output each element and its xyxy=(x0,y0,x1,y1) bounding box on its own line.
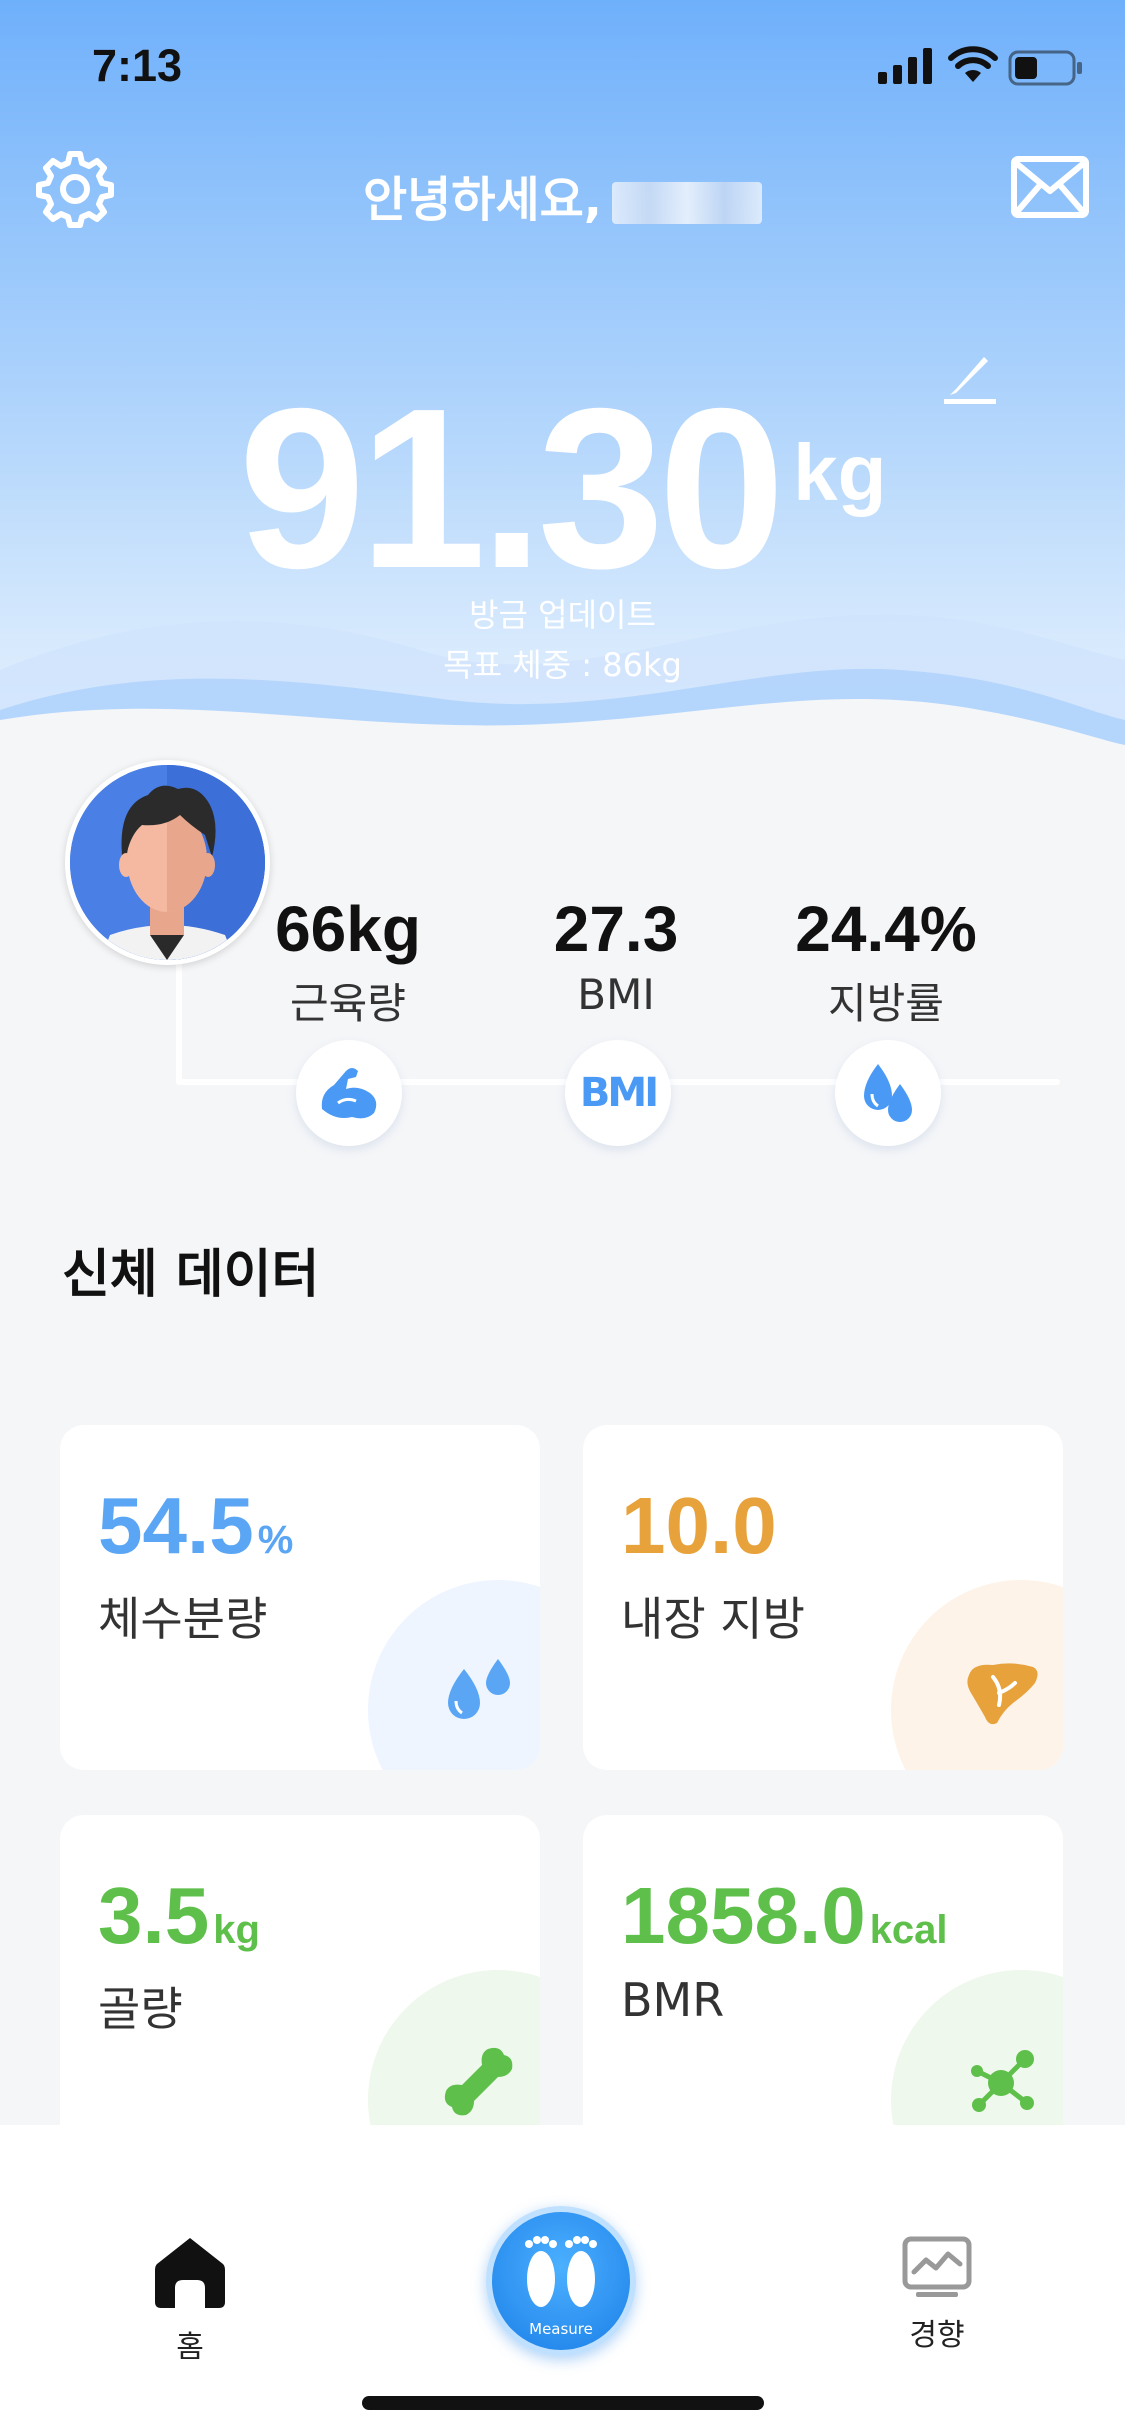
battery-icon xyxy=(1008,50,1082,86)
bmi-label: BMI xyxy=(577,970,655,1019)
card-label: 골량 xyxy=(98,1982,183,2036)
wifi-icon xyxy=(948,46,998,82)
card-bone-mass[interactable]: 3.5 kg 골량 xyxy=(60,1815,540,2160)
card-value: 10.0 xyxy=(621,1480,781,1572)
tab-home-label: 홈 xyxy=(176,2330,204,2365)
timeline-connector xyxy=(176,960,182,1085)
water-drops-icon xyxy=(448,1659,510,1719)
current-weight: 91.30 kg xyxy=(0,375,1125,603)
home-icon xyxy=(155,2238,225,2308)
card-value-number: 3.5 xyxy=(98,1871,210,1960)
molecule-icon xyxy=(971,2050,1034,2112)
muscle-label: 근육량 xyxy=(290,979,406,1028)
goal-weight-text: 목표 체중 : 86kg xyxy=(443,646,682,684)
muscle-value: 66kg xyxy=(275,893,421,965)
fat-value: 24.4% xyxy=(795,893,977,965)
card-label: BMR xyxy=(621,1973,725,2027)
weight-unit: kg xyxy=(793,428,887,517)
card-value: 54.5% xyxy=(98,1480,293,1572)
bmi-icon-text: BMI xyxy=(579,1070,659,1116)
fat-label: 지방률 xyxy=(828,979,944,1028)
card-bmr[interactable]: 1858.0 kcal BMR xyxy=(583,1815,1063,2160)
muscle-arm-icon[interactable] xyxy=(296,1040,402,1146)
card-value-unit: kg xyxy=(213,1908,260,1952)
updated-text: 방금 업데이트 xyxy=(469,596,656,634)
card-value-number: 1858.0 xyxy=(621,1871,866,1960)
card-value: 3.5 kg xyxy=(98,1870,260,1962)
status-bar: 7:13 xyxy=(0,0,1125,130)
weight-value: 91.30 xyxy=(238,362,786,616)
tab-trend[interactable]: 경향 xyxy=(887,2236,987,2354)
section-title: 신체 데이터 xyxy=(62,1245,320,1305)
metric-fat: 24.4% 지방률 xyxy=(756,892,1016,1031)
bmi-icon[interactable]: BMI xyxy=(565,1040,671,1146)
card-value-number: 54.5 xyxy=(98,1481,254,1570)
card-value-number: 10.0 xyxy=(621,1481,777,1570)
mail-icon[interactable] xyxy=(1010,155,1090,219)
card-value-unit: kcal xyxy=(869,1908,948,1952)
card-value-unit: % xyxy=(257,1518,294,1562)
greeting-text: 안녕하세요, xyxy=(0,160,1125,230)
status-time: 7:13 xyxy=(92,40,183,91)
measure-label: Measure xyxy=(529,2320,593,2338)
tab-trend-label: 경향 xyxy=(909,2318,965,2353)
blurred-username xyxy=(612,182,763,224)
greeting-label: 안녕하세요, xyxy=(362,172,603,228)
liver-icon xyxy=(967,1663,1038,1725)
metric-bmi: 27.3 BMI xyxy=(486,892,746,1019)
tab-home[interactable]: 홈 xyxy=(140,2236,240,2366)
metric-muscle: 66kg 근육량 xyxy=(218,892,478,1031)
fat-drops-glyph xyxy=(864,1064,912,1122)
measure-button[interactable]: Measure xyxy=(486,2206,636,2356)
card-body-water[interactable]: 54.5% 체수분량 xyxy=(60,1425,540,1770)
card-label: 체수분량 xyxy=(98,1592,268,1646)
card-visceral-fat[interactable]: 10.0 내장 지방 xyxy=(583,1425,1063,1770)
bmi-value: 27.3 xyxy=(553,893,679,965)
footprints-icon xyxy=(525,2236,597,2307)
muscle-arm-glyph xyxy=(321,1068,377,1119)
card-value: 1858.0 kcal xyxy=(621,1870,948,1962)
bone-icon xyxy=(444,2047,513,2116)
cellular-signal-icon xyxy=(878,48,932,84)
fat-drops-icon[interactable] xyxy=(835,1040,941,1146)
trend-chart-icon xyxy=(902,2236,972,2297)
home-indicator xyxy=(362,2396,764,2410)
card-label: 내장 지방 xyxy=(621,1592,805,1646)
